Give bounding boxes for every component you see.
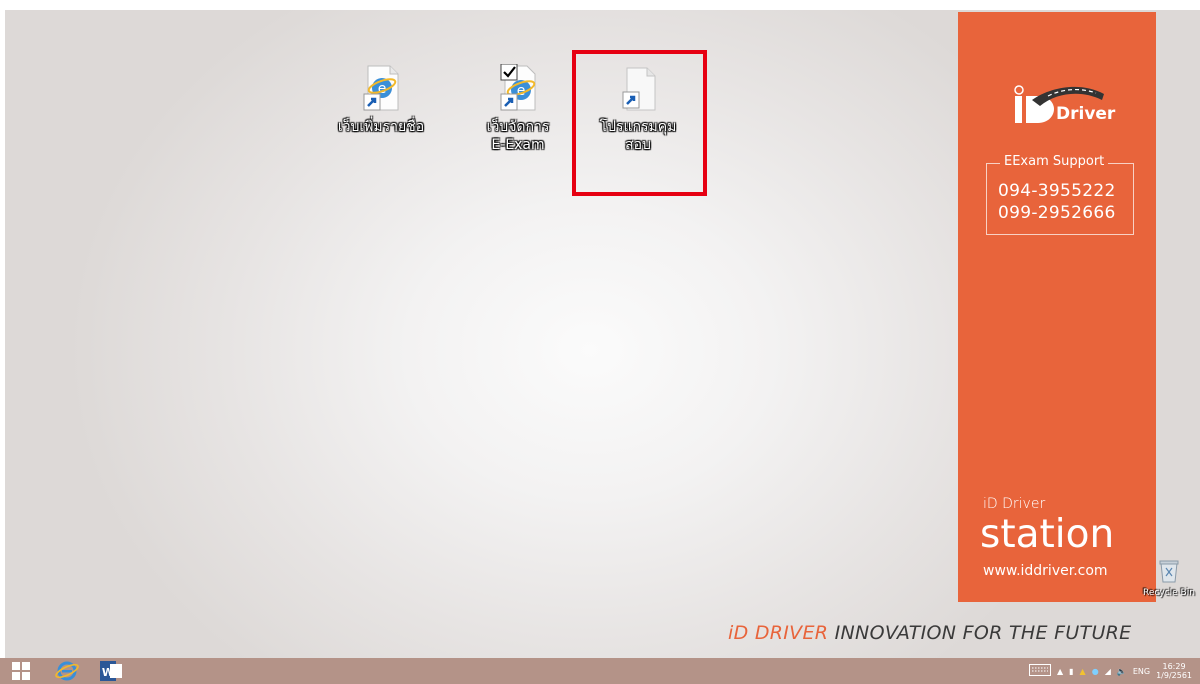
website-url: www.iddriver.com <box>983 563 1108 579</box>
ie-shortcut-icon: e <box>360 64 402 112</box>
desktop-icon-add-names-web[interactable]: e เว็บเพิ่มรายชื่อ <box>321 64 441 136</box>
wallpaper-tagline: iD DRIVER INNOVATION FOR THE FUTURE <box>728 622 1131 644</box>
network-tray-icon[interactable]: ▮ <box>1069 667 1073 676</box>
taskbar: W ▲ ▮ ▲ ● ◢ 🔈 ENG 16:29 1/9/2561 <box>0 658 1200 684</box>
word-icon: W <box>100 661 122 681</box>
keyboard-icon[interactable] <box>1028 664 1051 678</box>
ie-checked-shortcut-icon: e <box>497 63 539 112</box>
tagline-rest: INNOVATION FOR THE FUTURE <box>828 622 1132 644</box>
support-phone-1: 094-3955222 <box>998 181 1116 201</box>
recycle-bin-label: Recycle Bin <box>1143 588 1195 598</box>
support-phone-2: 099-2952666 <box>998 203 1116 223</box>
support-title: EExam Support <box>1000 154 1109 169</box>
clock[interactable]: 16:29 1/9/2561 <box>1156 662 1192 680</box>
signal-icon[interactable]: ◢ <box>1105 667 1111 676</box>
language-indicator[interactable]: ENG <box>1133 667 1150 676</box>
system-tray: ▲ ▮ ▲ ● ◢ 🔈 ENG 16:29 1/9/2561 <box>1028 658 1192 684</box>
desktop-icon-manage-e-exam-web[interactable]: e เว็บจัดการ E-Exam <box>458 63 578 154</box>
recycle-bin-icon <box>1142 558 1196 588</box>
sync-tray-icon[interactable]: ● <box>1092 667 1099 676</box>
tagline-highlight: iD DRIVER <box>728 622 829 644</box>
clock-date: 1/9/2561 <box>1156 671 1192 680</box>
taskbar-internet-explorer[interactable] <box>50 658 84 684</box>
clock-time: 16:29 <box>1162 662 1186 671</box>
svg-text:W: W <box>102 666 114 679</box>
show-hidden-icons-chevron-icon[interactable]: ▲ <box>1057 667 1063 676</box>
google-drive-icon[interactable]: ▲ <box>1080 667 1086 676</box>
product-brand-small: iD Driver <box>983 496 1046 512</box>
highlight-box <box>572 50 707 196</box>
start-button[interactable] <box>8 658 34 684</box>
taskbar-word[interactable]: W <box>94 658 128 684</box>
icon-label-line1: เว็บจัดการ <box>486 119 550 135</box>
product-name: station <box>980 512 1115 557</box>
brand-logo: Driver <box>1012 78 1116 128</box>
svg-text:e: e <box>517 83 526 99</box>
brand-word: Driver <box>1056 104 1116 124</box>
volume-icon[interactable]: 🔈 <box>1117 667 1127 676</box>
icon-label-line2: E-Exam <box>491 137 545 153</box>
internet-explorer-icon <box>55 661 79 681</box>
windows-icon <box>12 662 30 680</box>
recycle-bin[interactable]: Recycle Bin <box>1142 558 1196 598</box>
icon-label: เว็บเพิ่มรายชื่อ <box>337 119 425 135</box>
